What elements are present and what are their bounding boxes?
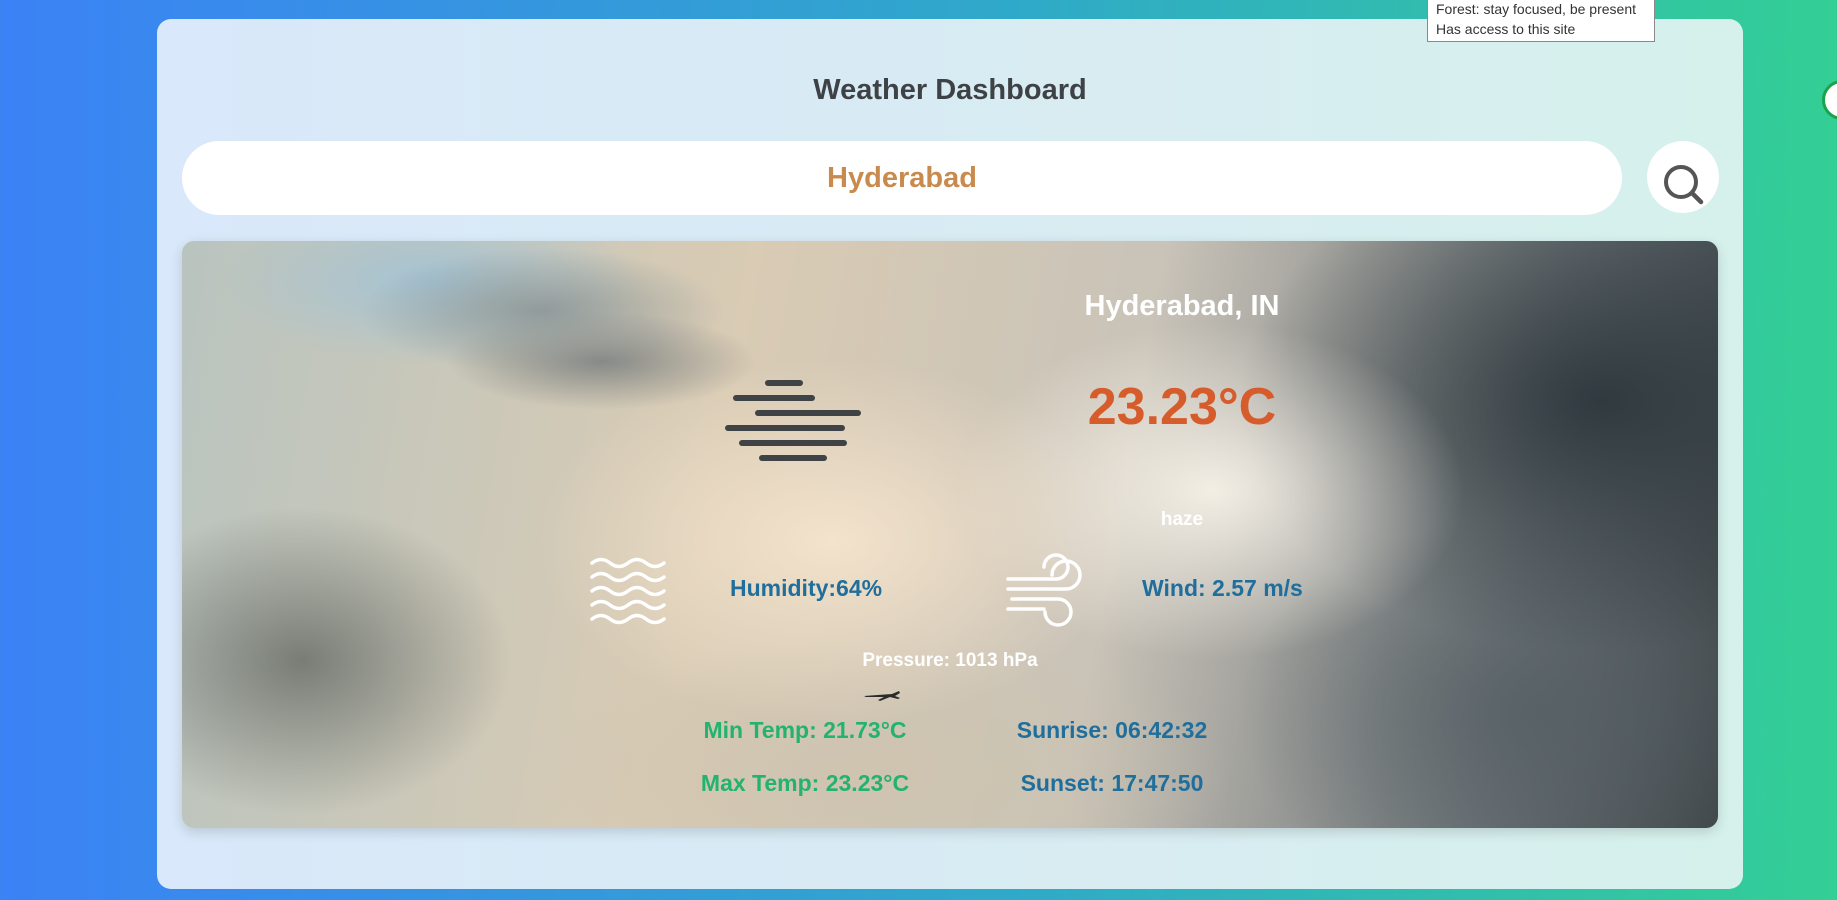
tooltip-line-1: Forest: stay focused, be present <box>1436 1 1636 17</box>
extension-badge-icon[interactable] <box>1822 80 1837 120</box>
min-temp-value: Min Temp: 21.73°C <box>703 717 907 743</box>
weather-panel: Hyderabad, IN 23.23°C haze Humidity:64% … <box>182 241 1718 828</box>
airplane-silhouette <box>864 691 900 701</box>
city-search-input[interactable] <box>182 141 1622 215</box>
search-button[interactable] <box>1647 141 1719 213</box>
humidity-value: Humidity:64% <box>730 575 883 601</box>
weather-description: haze <box>1160 509 1204 530</box>
weather-card: Weather Dashboard Hyderabad, IN 23.23°C … <box>157 19 1743 889</box>
extension-tooltip: Forest: stay focused, be present Has acc… <box>1427 0 1655 42</box>
page-title: Weather Dashboard <box>813 74 1087 106</box>
search-icon <box>1664 164 1704 204</box>
sunset-value: Sunset: 17:47:50 <box>1020 770 1204 796</box>
water-waves-icon <box>590 557 666 625</box>
haze-icon <box>725 380 861 461</box>
tooltip-line-2: Has access to this site <box>1436 21 1576 37</box>
wind-icon <box>1006 553 1082 627</box>
pressure-value: Pressure: 1013 hPa <box>862 650 1038 671</box>
city-name: Hyderabad, IN <box>1084 290 1280 322</box>
sunrise-value: Sunrise: 06:42:32 <box>1016 717 1208 743</box>
temperature-value: 23.23°C <box>1087 378 1277 436</box>
max-temp-value: Max Temp: 23.23°C <box>700 770 910 796</box>
wind-value: Wind: 2.57 m/s <box>1142 575 1303 601</box>
